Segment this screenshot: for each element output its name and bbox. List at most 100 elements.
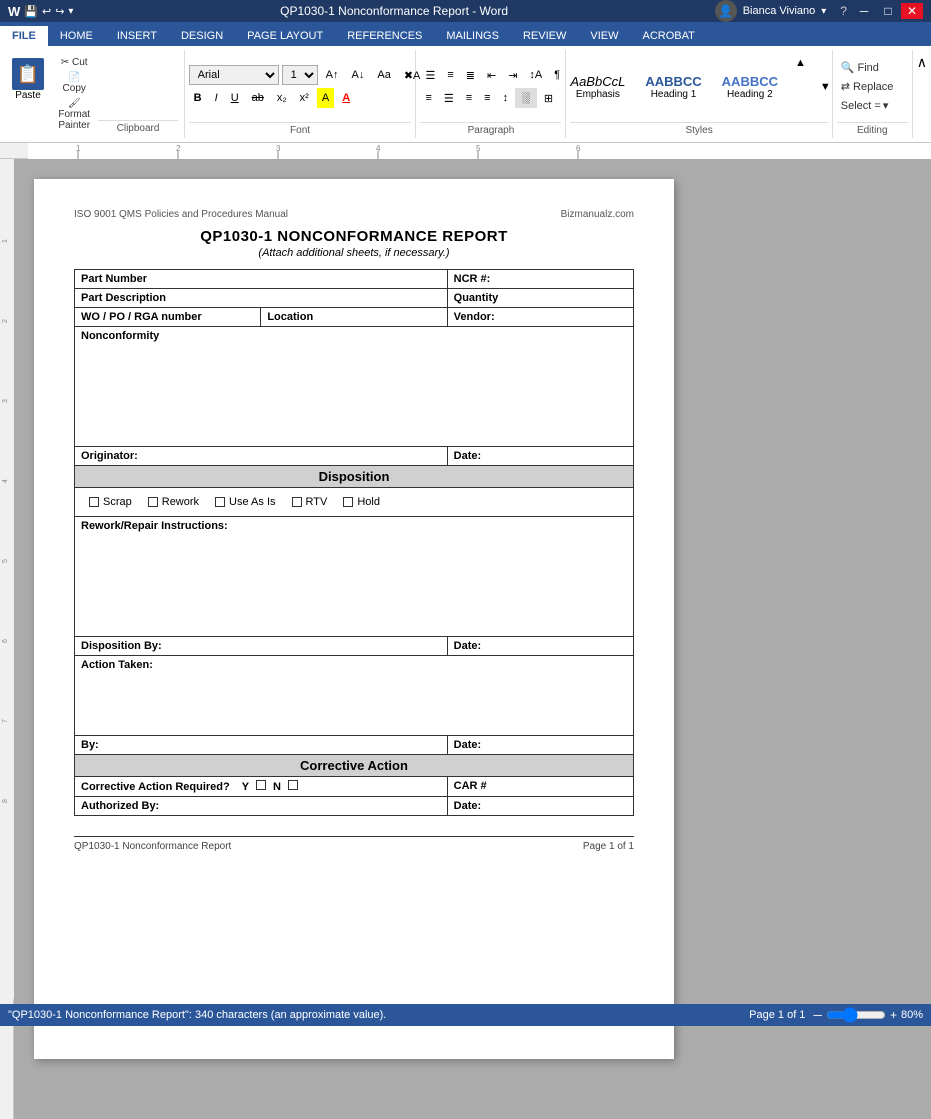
zoom-in-button[interactable]: + (890, 1008, 897, 1022)
font-color-button[interactable]: A (337, 88, 355, 108)
cut-button[interactable]: ✂ Cut (54, 56, 94, 69)
bold-button[interactable]: B (189, 88, 207, 108)
tab-view[interactable]: VIEW (578, 26, 630, 46)
wo-label: WO / PO / RGA number (75, 308, 261, 327)
align-right-button[interactable]: ≡ (461, 88, 477, 108)
help-icon[interactable]: ? (836, 4, 851, 18)
superscript-button[interactable]: x² (295, 88, 314, 108)
tab-page-layout[interactable]: PAGE LAYOUT (235, 26, 335, 46)
user-avatar: 👤 (715, 0, 737, 22)
border-button[interactable]: ⊞ (539, 88, 558, 108)
font-row2: B I U ab x₂ x² A A (189, 88, 355, 108)
table-row-authorized: Authorized By: Date: (75, 797, 634, 816)
maximize-button[interactable]: □ (877, 3, 899, 19)
align-center-button[interactable]: ☰ (439, 88, 459, 108)
document-title: QP1030-1 NONCONFORMANCE REPORT (74, 228, 634, 245)
numbering-button[interactable]: ≡ (442, 65, 458, 85)
line-spacing-button[interactable]: ↕ (498, 88, 514, 108)
ribbon-tabs: FILE HOME INSERT DESIGN PAGE LAYOUT REFE… (0, 22, 931, 46)
check-scrap: Scrap (89, 496, 132, 508)
zoom-level: 80% (901, 1009, 923, 1021)
styles-scroll-up[interactable]: ▲ (790, 53, 811, 73)
use-as-is-checkbox[interactable] (215, 497, 225, 507)
zoom-slider[interactable] (826, 1007, 886, 1023)
quick-access-more[interactable]: ▾ (68, 6, 73, 17)
ruler-corner (14, 143, 28, 158)
decrease-indent-button[interactable]: ⇤ (482, 65, 501, 85)
underline-button[interactable]: U (226, 88, 244, 108)
zoom-out-button[interactable]: ─ (813, 1008, 822, 1022)
check-use-as-is: Use As Is (215, 496, 275, 508)
user-dropdown-icon[interactable]: ▾ (821, 6, 826, 17)
font-group: Arial 12 A↑ A↓ Aa ✖A B I U ab x₂ x² A A (185, 50, 417, 138)
para-row2: ≡ ☰ ≡ ≡ ↕ ░ ⊞ (420, 88, 558, 108)
tab-mailings[interactable]: MAILINGS (434, 26, 511, 46)
vertical-ruler-svg: 1 2 3 4 5 6 7 8 (0, 159, 14, 999)
disposition-header: Disposition (75, 466, 634, 488)
sort-button[interactable]: ↕A (524, 65, 547, 85)
close-button[interactable]: ✕ (901, 3, 923, 19)
change-case-button[interactable]: Aa (372, 65, 395, 85)
collapse-ribbon-button[interactable]: ∧ (917, 54, 927, 71)
user-area[interactable]: 👤 Bianca Viviano ▾ (715, 0, 827, 22)
scrap-checkbox[interactable] (89, 497, 99, 507)
font-controls-top: Arial 12 A↑ A↓ Aa ✖A B I U ab x₂ x² A A (189, 53, 412, 120)
rtv-checkbox[interactable] (292, 497, 302, 507)
italic-button[interactable]: I (210, 88, 223, 108)
no-checkbox[interactable] (288, 780, 298, 790)
replace-button[interactable]: ⇄ Replace (837, 78, 898, 95)
style-heading1[interactable]: AABBCC Heading 1 (637, 72, 709, 102)
rework-label: Rework (162, 496, 199, 508)
tab-design[interactable]: DESIGN (169, 26, 235, 46)
multilevel-list-button[interactable]: ≣ (461, 65, 480, 85)
tab-file[interactable]: FILE (0, 26, 48, 46)
minimize-button[interactable]: ─ (853, 3, 875, 19)
select-button[interactable]: Select = ▾ (837, 97, 893, 114)
tab-review[interactable]: REVIEW (511, 26, 578, 46)
tab-home[interactable]: HOME (48, 26, 105, 46)
action-taken-label: Action Taken: (75, 656, 634, 736)
increase-indent-button[interactable]: ⇥ (503, 65, 522, 85)
yes-label: Y (242, 781, 249, 793)
strikethrough-button[interactable]: ab (247, 88, 269, 108)
disposition-date-label: Date: (447, 637, 633, 656)
align-left-button[interactable]: ≡ (420, 88, 436, 108)
hold-checkbox[interactable] (343, 497, 353, 507)
tab-insert[interactable]: INSERT (105, 26, 169, 46)
font-size-select[interactable]: 12 (282, 65, 318, 85)
quick-access-redo[interactable]: ↪ (55, 5, 64, 18)
shading-button[interactable]: ░ (515, 88, 537, 108)
bullets-button[interactable]: ☰ (420, 65, 440, 85)
tab-acrobat[interactable]: ACROBAT (630, 26, 706, 46)
font-name-select[interactable]: Arial (189, 65, 279, 85)
style-emphasis[interactable]: AaBbCcL Emphasis (562, 72, 633, 102)
copy-button[interactable]: 📄 Copy (54, 71, 94, 95)
svg-text:1: 1 (76, 144, 81, 153)
table-row-part-desc: Part Description Quantity (75, 289, 634, 308)
table-row-corrective-header: Corrective Action (75, 755, 634, 777)
format-painter-button[interactable]: 🖌 Format Painter (54, 97, 94, 132)
table-row-disposition-header: Disposition (75, 466, 634, 488)
text-highlight-button[interactable]: A (317, 88, 334, 108)
user-name: Bianca Viviano (743, 5, 816, 17)
tab-references[interactable]: REFERENCES (335, 26, 434, 46)
vertical-ruler: 1 2 3 4 5 6 7 8 (0, 159, 14, 1119)
subscript-button[interactable]: x₂ (272, 88, 292, 108)
style-heading2[interactable]: AABBCC Heading 2 (714, 72, 786, 102)
find-button[interactable]: 🔍 Find (837, 59, 883, 76)
quick-access-undo[interactable]: ↩ (42, 5, 51, 18)
font-grow-button[interactable]: A↑ (321, 65, 344, 85)
window-title: QP1030-1 Nonconformance Report - Word (280, 4, 508, 18)
justify-button[interactable]: ≡ (479, 88, 495, 108)
quick-access-save[interactable]: 💾 (24, 5, 38, 18)
yes-checkbox[interactable] (256, 780, 266, 790)
status-left: "QP1030-1 Nonconformance Report": 340 ch… (8, 1009, 386, 1021)
svg-text:3: 3 (2, 399, 9, 403)
paste-label: Paste (15, 90, 41, 101)
paste-button[interactable]: 📋 Paste (6, 54, 50, 105)
rework-checkbox[interactable] (148, 497, 158, 507)
svg-text:8: 8 (2, 799, 9, 803)
font-shrink-button[interactable]: A↓ (347, 65, 370, 85)
svg-text:3: 3 (276, 144, 281, 153)
table-row-action-taken: Action Taken: (75, 656, 634, 736)
